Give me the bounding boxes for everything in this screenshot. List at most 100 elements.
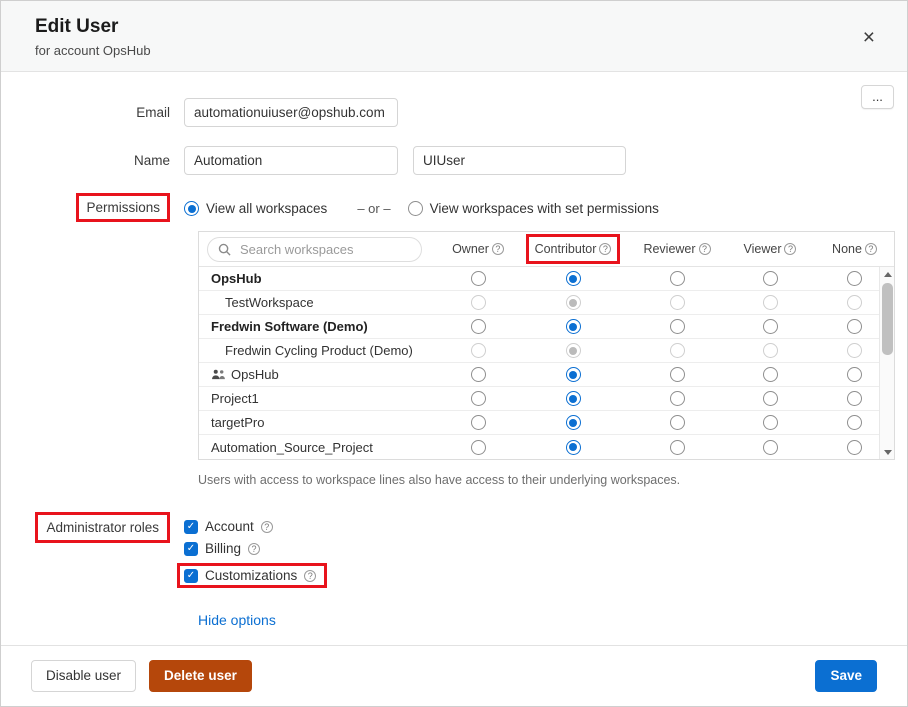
none-radio[interactable] <box>847 415 862 430</box>
viewer-radio[interactable] <box>763 415 778 430</box>
owner-radio[interactable] <box>471 391 486 406</box>
contributor-radio[interactable] <box>566 391 581 406</box>
none-radio[interactable] <box>847 367 862 382</box>
radio-cell-owner[interactable] <box>439 319 517 334</box>
radio-cell-contributor[interactable] <box>517 295 629 310</box>
contributor-radio[interactable] <box>566 295 581 310</box>
workspace-search[interactable] <box>207 237 422 262</box>
customizations-checkbox[interactable] <box>184 569 198 583</box>
help-icon[interactable] <box>304 570 316 582</box>
radio-cell-contributor[interactable] <box>517 415 629 430</box>
radio-cell-contributor[interactable] <box>517 271 629 286</box>
radio-cell-contributor[interactable] <box>517 440 629 455</box>
radio-cell-contributor[interactable] <box>517 319 629 334</box>
owner-radio[interactable] <box>471 440 486 455</box>
none-radio[interactable] <box>847 295 862 310</box>
radio-cell-reviewer[interactable] <box>629 343 725 358</box>
delete-user-button[interactable]: Delete user <box>149 660 252 692</box>
hide-options-link[interactable]: Hide options <box>198 612 276 628</box>
reviewer-radio[interactable] <box>670 319 685 334</box>
help-icon[interactable] <box>261 521 273 533</box>
radio-cell-viewer[interactable] <box>725 440 815 455</box>
radio-cell-viewer[interactable] <box>725 343 815 358</box>
help-icon[interactable] <box>784 243 796 255</box>
contributor-radio[interactable] <box>566 367 581 382</box>
radio-cell-viewer[interactable] <box>725 295 815 310</box>
close-icon[interactable]: × <box>861 25 877 50</box>
radio-cell-owner[interactable] <box>439 343 517 358</box>
radio-cell-reviewer[interactable] <box>629 440 725 455</box>
radio-cell-owner[interactable] <box>439 440 517 455</box>
contributor-radio[interactable] <box>566 319 581 334</box>
radio-cell-reviewer[interactable] <box>629 295 725 310</box>
none-radio[interactable] <box>847 271 862 286</box>
view-set-permissions-radio[interactable] <box>408 201 423 216</box>
viewer-radio[interactable] <box>763 367 778 382</box>
contributor-radio[interactable] <box>566 343 581 358</box>
help-icon[interactable] <box>699 243 711 255</box>
radio-cell-owner[interactable] <box>439 295 517 310</box>
viewer-radio[interactable] <box>763 319 778 334</box>
help-icon[interactable] <box>865 243 877 255</box>
none-radio[interactable] <box>847 440 862 455</box>
owner-radio[interactable] <box>471 343 486 358</box>
viewer-radio[interactable] <box>763 271 778 286</box>
contributor-radio[interactable] <box>566 271 581 286</box>
radio-cell-viewer[interactable] <box>725 271 815 286</box>
radio-cell-contributor[interactable] <box>517 391 629 406</box>
radio-cell-contributor[interactable] <box>517 367 629 382</box>
viewer-radio[interactable] <box>763 391 778 406</box>
reviewer-radio[interactable] <box>670 343 685 358</box>
view-all-workspaces-radio[interactable] <box>184 201 199 216</box>
owner-radio[interactable] <box>471 415 486 430</box>
customizations-role-item[interactable]: Customizations <box>184 563 327 588</box>
radio-cell-viewer[interactable] <box>725 415 815 430</box>
view-all-workspaces-option[interactable]: View all workspaces <box>184 201 327 216</box>
radio-cell-viewer[interactable] <box>725 367 815 382</box>
table-scrollbar[interactable] <box>879 267 894 459</box>
radio-cell-reviewer[interactable] <box>629 319 725 334</box>
view-set-permissions-option[interactable]: View workspaces with set permissions <box>408 201 659 216</box>
radio-cell-owner[interactable] <box>439 271 517 286</box>
email-field[interactable] <box>184 98 398 127</box>
none-radio[interactable] <box>847 391 862 406</box>
radio-cell-reviewer[interactable] <box>629 271 725 286</box>
reviewer-radio[interactable] <box>670 295 685 310</box>
owner-radio[interactable] <box>471 295 486 310</box>
viewer-radio[interactable] <box>763 440 778 455</box>
owner-radio[interactable] <box>471 271 486 286</box>
billing-role-item[interactable]: Billing <box>184 541 327 556</box>
radio-cell-owner[interactable] <box>439 415 517 430</box>
reviewer-radio[interactable] <box>670 367 685 382</box>
more-options-button[interactable]: ... <box>861 85 894 109</box>
contributor-radio[interactable] <box>566 415 581 430</box>
owner-radio[interactable] <box>471 319 486 334</box>
reviewer-radio[interactable] <box>670 440 685 455</box>
radio-cell-reviewer[interactable] <box>629 415 725 430</box>
account-role-item[interactable]: Account <box>184 519 327 534</box>
radio-cell-reviewer[interactable] <box>629 391 725 406</box>
help-icon[interactable] <box>599 243 611 255</box>
radio-cell-viewer[interactable] <box>725 319 815 334</box>
contributor-radio[interactable] <box>566 440 581 455</box>
disable-user-button[interactable]: Disable user <box>31 660 136 692</box>
radio-cell-reviewer[interactable] <box>629 367 725 382</box>
search-input[interactable] <box>238 241 418 258</box>
help-icon[interactable] <box>492 243 504 255</box>
scrollbar-thumb[interactable] <box>882 283 893 355</box>
scroll-down-icon[interactable] <box>880 445 895 459</box>
owner-radio[interactable] <box>471 367 486 382</box>
viewer-radio[interactable] <box>763 343 778 358</box>
save-button[interactable]: Save <box>815 660 877 692</box>
radio-cell-owner[interactable] <box>439 367 517 382</box>
first-name-field[interactable] <box>184 146 398 175</box>
radio-cell-viewer[interactable] <box>725 391 815 406</box>
viewer-radio[interactable] <box>763 295 778 310</box>
help-icon[interactable] <box>248 543 260 555</box>
radio-cell-contributor[interactable] <box>517 343 629 358</box>
reviewer-radio[interactable] <box>670 271 685 286</box>
billing-checkbox[interactable] <box>184 542 198 556</box>
none-radio[interactable] <box>847 319 862 334</box>
reviewer-radio[interactable] <box>670 391 685 406</box>
reviewer-radio[interactable] <box>670 415 685 430</box>
